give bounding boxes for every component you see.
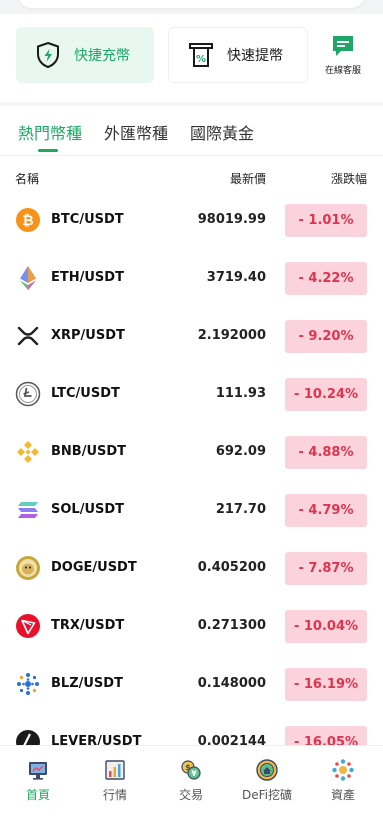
table-row[interactable]: TRX/USDT 0.271300 - 10.04%	[0, 597, 383, 655]
column-header-change: 漲跌幅	[330, 172, 367, 186]
pair-name: DOGE/USDT	[51, 560, 137, 575]
tab-forex[interactable]: 外匯幣種	[104, 120, 168, 144]
quick-withdraw-label: 快速提幣	[227, 48, 283, 64]
change-badge: - 7.87%	[285, 552, 367, 585]
last-price: 98019.99	[197, 212, 266, 227]
pair-name: SOL/USDT	[51, 502, 125, 517]
last-price: 3719.40	[206, 270, 266, 285]
nav-label: 行情	[102, 788, 127, 802]
last-price: 692.09	[215, 444, 266, 459]
table-row[interactable]: ETH/USDT 3719.40 - 4.22%	[0, 249, 383, 307]
top-strip	[0, 0, 383, 14]
table-row[interactable]: DOGE/USDT 0.405200 - 7.87%	[0, 539, 383, 597]
assets-icon	[331, 758, 355, 782]
bnb-icon	[15, 439, 41, 465]
change-badge: - 10.04%	[285, 610, 367, 643]
pair-name: TRX/USDT	[51, 618, 125, 633]
quick-deposit-button[interactable]: 快捷充幣	[16, 27, 154, 83]
ltc-icon	[15, 381, 41, 407]
column-header-price: 最新價	[229, 172, 266, 186]
change-badge: - 10.24%	[285, 378, 367, 411]
quick-actions: 快捷充幣 % 快速提幣 在線客服	[0, 14, 383, 102]
btc-icon: ₿	[15, 207, 41, 233]
last-price: 0.405200	[197, 560, 266, 575]
chat-bubble-icon	[330, 33, 356, 59]
trx-icon	[15, 613, 41, 639]
online-support-label: 在線客服	[324, 66, 361, 76]
nav-label: DeFi挖礦	[242, 788, 292, 802]
pair-name: BNB/USDT	[51, 444, 127, 459]
change-badge: - 16.19%	[285, 668, 367, 701]
pair-name: ETH/USDT	[51, 270, 124, 285]
nav-label: 首頁	[25, 788, 50, 802]
pair-name: LTC/USDT	[51, 386, 120, 401]
table-row[interactable]: XRP/USDT 2.192000 - 9.20%	[0, 307, 383, 365]
active-tab-indicator	[38, 149, 58, 152]
xrp-icon	[15, 323, 41, 349]
last-price: 217.70	[215, 502, 266, 517]
pair-name: BLZ/USDT	[51, 676, 123, 691]
eth-icon	[15, 265, 41, 291]
table-row[interactable]: LTC/USDT 111.93 - 10.24%	[0, 365, 383, 423]
quick-withdraw-button[interactable]: % 快速提幣	[168, 27, 308, 83]
svg-text:%: %	[196, 54, 206, 65]
svg-text:¥: ¥	[191, 769, 197, 778]
last-price: 111.93	[215, 386, 266, 401]
tab-gold[interactable]: 國際黃金	[190, 120, 254, 144]
svg-text:₿: ₿	[22, 213, 33, 229]
withdraw-receipt-icon: %	[186, 40, 216, 70]
last-price: 0.148000	[197, 676, 266, 691]
nav-label: 交易	[178, 788, 203, 802]
online-support-button[interactable]: 在線客服	[318, 30, 368, 80]
table-row[interactable]: ₿ BTC/USDT 98019.99 - 1.01%	[0, 191, 383, 249]
table-row[interactable]: SOL/USDT 217.70 - 4.79%	[0, 481, 383, 539]
doge-icon	[15, 555, 41, 581]
tab-hot-coins[interactable]: 熱門幣種	[18, 120, 82, 144]
trade-icon: $ ¥	[179, 758, 203, 782]
sol-icon	[15, 497, 41, 523]
nav-item-defi-mining[interactable]: DeFi挖礦	[237, 758, 297, 803]
column-header-name: 名稱	[15, 172, 40, 186]
change-badge: - 1.01%	[285, 204, 367, 237]
nav-item-home[interactable]: 首頁	[8, 758, 68, 803]
last-price: 2.192000	[197, 328, 266, 343]
market-tabs: 熱門幣種 外匯幣種 國際黃金	[0, 106, 383, 156]
last-price: 0.271300	[197, 618, 266, 633]
pair-name: XRP/USDT	[51, 328, 125, 343]
quick-deposit-label: 快捷充幣	[74, 48, 130, 64]
change-badge: - 4.79%	[285, 494, 367, 527]
table-row[interactable]: BLZ/USDT 0.148000 - 16.19%	[0, 655, 383, 713]
defi-mining-icon	[255, 758, 279, 782]
home-icon	[26, 758, 50, 782]
blz-icon	[15, 671, 41, 697]
bottom-nav: 首頁 行情 $ ¥ 交易 DeFi挖礦 資產	[0, 745, 383, 828]
nav-item-market[interactable]: 行情	[85, 758, 145, 803]
change-badge: - 4.88%	[285, 436, 367, 469]
shield-check-icon	[33, 40, 63, 70]
search-bar[interactable]	[18, 0, 365, 8]
change-badge: - 4.22%	[285, 262, 367, 295]
nav-item-trade[interactable]: $ ¥ 交易	[161, 758, 221, 803]
nav-item-assets[interactable]: 資產	[313, 758, 373, 803]
nav-label: 資產	[330, 788, 355, 802]
market-icon	[103, 758, 127, 782]
tabs-divider	[0, 155, 383, 156]
change-badge: - 9.20%	[285, 320, 367, 353]
table-row[interactable]: BNB/USDT 692.09 - 4.88%	[0, 423, 383, 481]
pair-name: BTC/USDT	[51, 212, 124, 227]
